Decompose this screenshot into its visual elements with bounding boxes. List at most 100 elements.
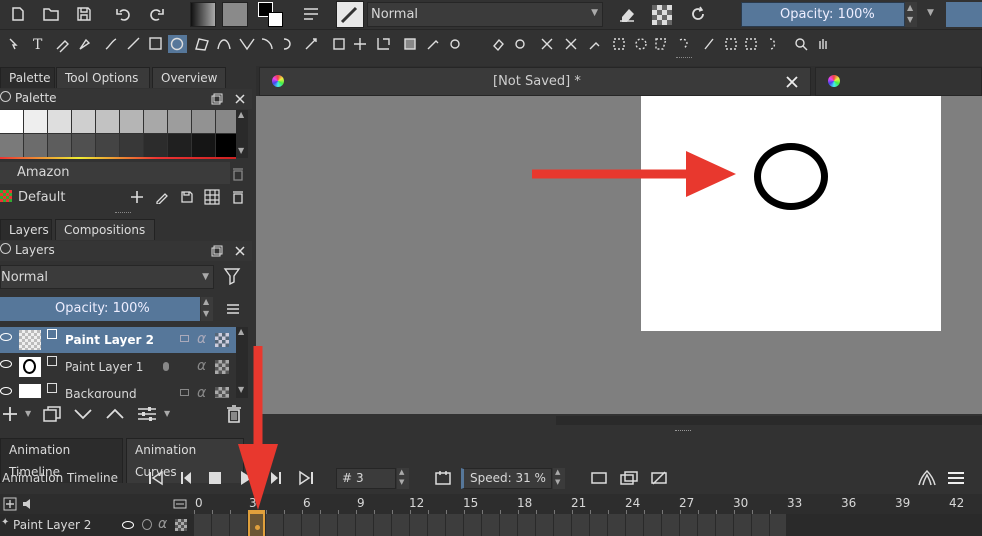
save-icon[interactable]: [74, 4, 94, 24]
onion-skin-icon[interactable]: [917, 468, 937, 488]
swatch[interactable]: [144, 134, 167, 157]
swatch[interactable]: [168, 134, 191, 157]
inherit-alpha-icon[interactable]: [175, 519, 187, 531]
duplicate-layer-icon[interactable]: [42, 404, 62, 424]
speed-input[interactable]: Speed: 31 %: [461, 468, 552, 489]
layer-checker-icon[interactable]: [215, 360, 229, 374]
alpha-lock-icon[interactable]: α: [158, 516, 167, 532]
alpha-lock-icon[interactable]: α: [197, 331, 206, 347]
add-layer-icon[interactable]: [0, 404, 20, 424]
swatch[interactable]: [144, 110, 167, 133]
alpha-lock-icon[interactable]: α: [197, 385, 206, 398]
layer-filter-icon[interactable]: [222, 266, 242, 286]
layers-menu-icon[interactable]: [223, 299, 243, 319]
swatch[interactable]: [96, 134, 119, 157]
tab-palette[interactable]: Palette: [0, 67, 55, 88]
add-track-icon[interactable]: [0, 494, 20, 514]
swatch[interactable]: [192, 134, 215, 157]
layer-properties-icon[interactable]: [137, 404, 157, 424]
pin-icon[interactable]: ✦: [1, 517, 9, 528]
close-docker-icon[interactable]: [230, 241, 250, 261]
swatch[interactable]: [72, 134, 95, 157]
opacity-slider[interactable]: Opacity: 100%: [741, 2, 905, 27]
float-docker-icon[interactable]: [207, 241, 227, 261]
swatch[interactable]: [192, 110, 215, 133]
toolbox-handle[interactable]: [676, 57, 692, 60]
swatch[interactable]: [48, 134, 71, 157]
alpha-lock-icon[interactable]: α: [197, 358, 206, 374]
tab-tool-options[interactable]: Tool Options: [56, 67, 150, 88]
layer-opacity-slider[interactable]: Opacity: 100%: [0, 297, 200, 321]
zoom-timeline-icon[interactable]: [170, 494, 190, 514]
layer-row-background[interactable]: Background α: [0, 381, 236, 398]
move-layer-down-icon[interactable]: [73, 404, 93, 424]
swatch[interactable]: [24, 134, 47, 157]
previous-frame-icon[interactable]: [176, 468, 196, 488]
brush-preset-icon[interactable]: [336, 1, 364, 28]
move-layer-up-icon[interactable]: [105, 404, 125, 424]
visibility-eye-icon[interactable]: [0, 387, 12, 395]
playback-range-icon[interactable]: [433, 468, 453, 488]
size-slider[interactable]: [946, 2, 982, 27]
toolbox-icons[interactable]: T: [0, 34, 840, 54]
audio-icon[interactable]: [18, 494, 38, 514]
stop-icon[interactable]: [205, 468, 225, 488]
swatch[interactable]: [72, 110, 95, 133]
visibility-eye-icon[interactable]: [0, 360, 12, 368]
float-docker-icon[interactable]: [207, 89, 227, 109]
canvas-image[interactable]: [641, 96, 941, 331]
tab-layers[interactable]: Layers: [0, 219, 52, 240]
document-tab[interactable]: [Not Saved] *: [259, 67, 811, 96]
opacity-stepper[interactable]: ▲ ▼: [905, 2, 917, 27]
first-frame-icon[interactable]: [146, 468, 166, 488]
frame-cells[interactable]: [194, 514, 786, 536]
add-swatch-icon[interactable]: [127, 187, 147, 207]
keyframe-cell-frame-3[interactable]: [248, 514, 265, 536]
tab-compositions[interactable]: Compositions: [55, 219, 155, 240]
remove-frame-icon[interactable]: [649, 468, 669, 488]
swatch[interactable]: [0, 110, 23, 133]
palette-select[interactable]: Amazon: [0, 162, 230, 184]
edit-swatch-icon[interactable]: [152, 187, 172, 207]
layer-blend-mode-select[interactable]: Normal ▼: [0, 265, 214, 289]
layer-row-paint-layer-1[interactable]: Paint Layer 1 α: [0, 354, 236, 380]
swatch[interactable]: [120, 134, 143, 157]
add-blank-frame-icon[interactable]: [589, 468, 609, 488]
duplicate-frame-icon[interactable]: [619, 468, 639, 488]
swatch[interactable]: [24, 110, 47, 133]
current-frame-input[interactable]: # 3: [336, 468, 396, 489]
new-document-icon[interactable]: [8, 4, 28, 24]
second-document-tab[interactable]: [815, 67, 982, 96]
foreground-background-color-icon[interactable]: [258, 2, 288, 28]
inherit-alpha-icon[interactable]: [215, 333, 229, 347]
reload-preset-icon[interactable]: [688, 4, 708, 24]
onion-skin-toggle-icon[interactable]: [142, 519, 152, 530]
preserve-alpha-icon[interactable]: [652, 5, 672, 25]
chevron-down-icon[interactable]: ▼: [25, 409, 31, 418]
open-folder-icon[interactable]: [41, 4, 61, 24]
current-frame-stepper[interactable]: ▲ ▼: [397, 468, 409, 489]
gradient-selector-icon[interactable]: [190, 2, 216, 27]
visibility-eye-icon[interactable]: [0, 333, 12, 341]
docker-splitter-handle[interactable]: [115, 212, 131, 215]
visibility-eye-icon[interactable]: [122, 521, 134, 529]
palette-swatches[interactable]: [0, 110, 236, 159]
close-docker-icon[interactable]: [230, 89, 250, 109]
timeline-menu-icon[interactable]: [946, 468, 966, 488]
redo-icon[interactable]: [146, 4, 166, 24]
layer-row-paint-layer-2[interactable]: Paint Layer 2 α: [0, 327, 236, 353]
swatch[interactable]: [0, 134, 23, 157]
canvas-viewport[interactable]: [256, 96, 982, 414]
swatch[interactable]: [216, 134, 236, 157]
undo-icon[interactable]: [114, 4, 134, 24]
canvas-horizontal-scrollbar[interactable]: [556, 416, 982, 425]
palette-scrollbar[interactable]: ▲ ▼: [236, 110, 248, 158]
save-palette-icon[interactable]: [177, 187, 197, 207]
speed-stepper[interactable]: ▲ ▼: [553, 468, 565, 489]
lock-icon[interactable]: [180, 389, 189, 396]
close-tab-icon[interactable]: [782, 72, 802, 92]
swatch[interactable]: [216, 110, 236, 133]
tab-overview[interactable]: Overview: [152, 67, 226, 88]
palette-grid-view-icon[interactable]: [202, 187, 222, 207]
toolbar-more-icon[interactable]: ▼: [927, 8, 934, 18]
